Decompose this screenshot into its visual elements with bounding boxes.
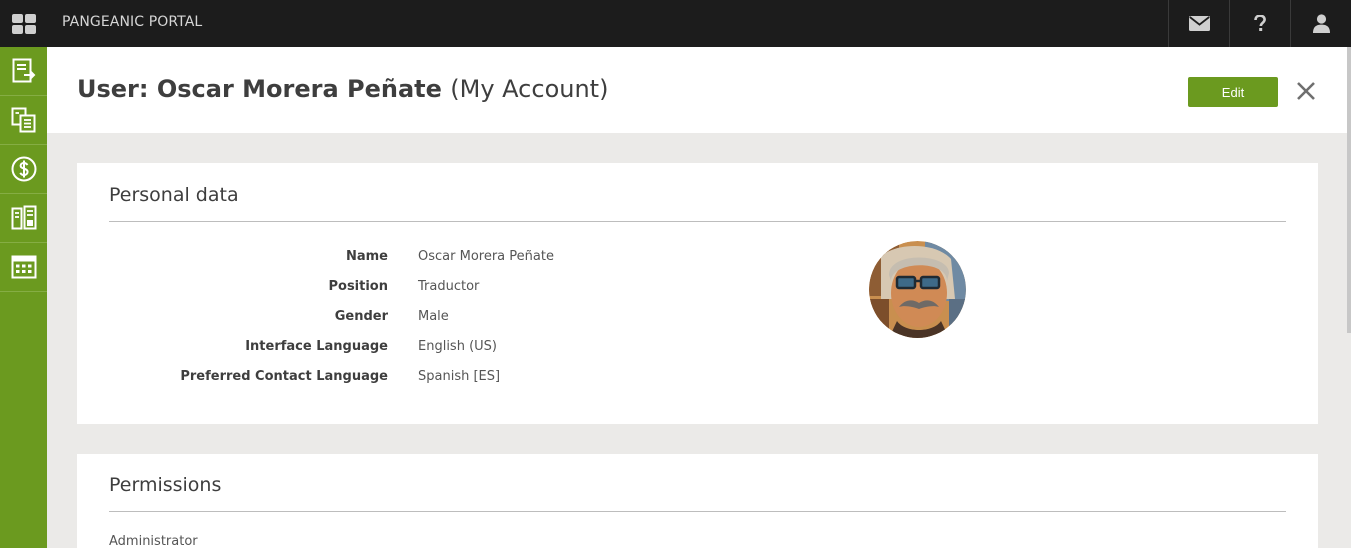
documents-icon — [11, 205, 36, 230]
divider — [109, 511, 1286, 512]
field-name: Name Oscar Morera Peñate — [77, 249, 777, 269]
page-title-user: User: Oscar Morera Peñate — [77, 75, 442, 103]
avatar — [869, 241, 966, 338]
sidebar-item-projects[interactable] — [0, 96, 47, 145]
top-actions — [1168, 0, 1351, 47]
sidebar-item-billing[interactable] — [0, 145, 47, 194]
field-label: Gender — [334, 309, 388, 324]
section-title-personal: Personal data — [109, 184, 239, 206]
app-title[interactable]: PANGEANIC PORTAL — [62, 14, 202, 30]
sidebar-item-orders[interactable] — [0, 47, 47, 96]
field-label: Name — [345, 249, 388, 264]
field-gender: Gender Male — [77, 309, 777, 329]
orders-icon — [12, 58, 35, 83]
edit-button[interactable]: Edit — [1188, 77, 1278, 107]
field-label: Preferred Contact Language — [180, 369, 388, 384]
field-value: Male — [418, 309, 449, 324]
field-label: Interface Language — [245, 339, 388, 354]
permissions-card: Permissions Administrator — [77, 454, 1318, 548]
sidebar-item-calendar[interactable] — [0, 243, 47, 292]
field-value: English (US) — [418, 339, 497, 354]
envelope-icon — [1188, 16, 1210, 31]
help-button[interactable] — [1229, 0, 1290, 47]
calendar-icon — [11, 255, 36, 279]
apps-grid-icon[interactable] — [0, 0, 47, 47]
user-icon — [1312, 14, 1330, 33]
sidebar-item-documents[interactable] — [0, 194, 47, 243]
page-header: User: Oscar Morera Peñate (My Account) E… — [47, 47, 1351, 133]
sidebar — [0, 47, 47, 548]
field-value: Spanish [ES] — [418, 369, 501, 384]
field-label: Position — [328, 279, 388, 294]
projects-icon — [11, 107, 35, 133]
profile-button[interactable] — [1290, 0, 1351, 47]
section-title-permissions: Permissions — [109, 474, 222, 496]
dollar-icon — [11, 156, 36, 182]
field-value: Traductor — [418, 279, 480, 294]
field-value: Oscar Morera Peñate — [418, 249, 554, 264]
top-bar: PANGEANIC PORTAL — [0, 0, 1351, 47]
close-icon[interactable] — [1295, 80, 1317, 102]
scrollbar[interactable] — [1347, 47, 1351, 333]
field-interface-language: Interface Language English (US) — [77, 339, 777, 359]
messages-button[interactable] — [1168, 0, 1229, 47]
field-contact-language: Preferred Contact Language Spanish [ES] — [77, 369, 777, 389]
personal-data-card: Personal data Name Oscar Morera Peñate P… — [77, 163, 1318, 424]
divider — [109, 221, 1286, 222]
question-icon — [1254, 15, 1266, 31]
field-position: Position Traductor — [77, 279, 777, 299]
page-title-subtitle: (My Account) — [450, 75, 609, 103]
permission-role: Administrator — [109, 534, 198, 548]
page-title: User: Oscar Morera Peñate (My Account) — [77, 75, 608, 103]
